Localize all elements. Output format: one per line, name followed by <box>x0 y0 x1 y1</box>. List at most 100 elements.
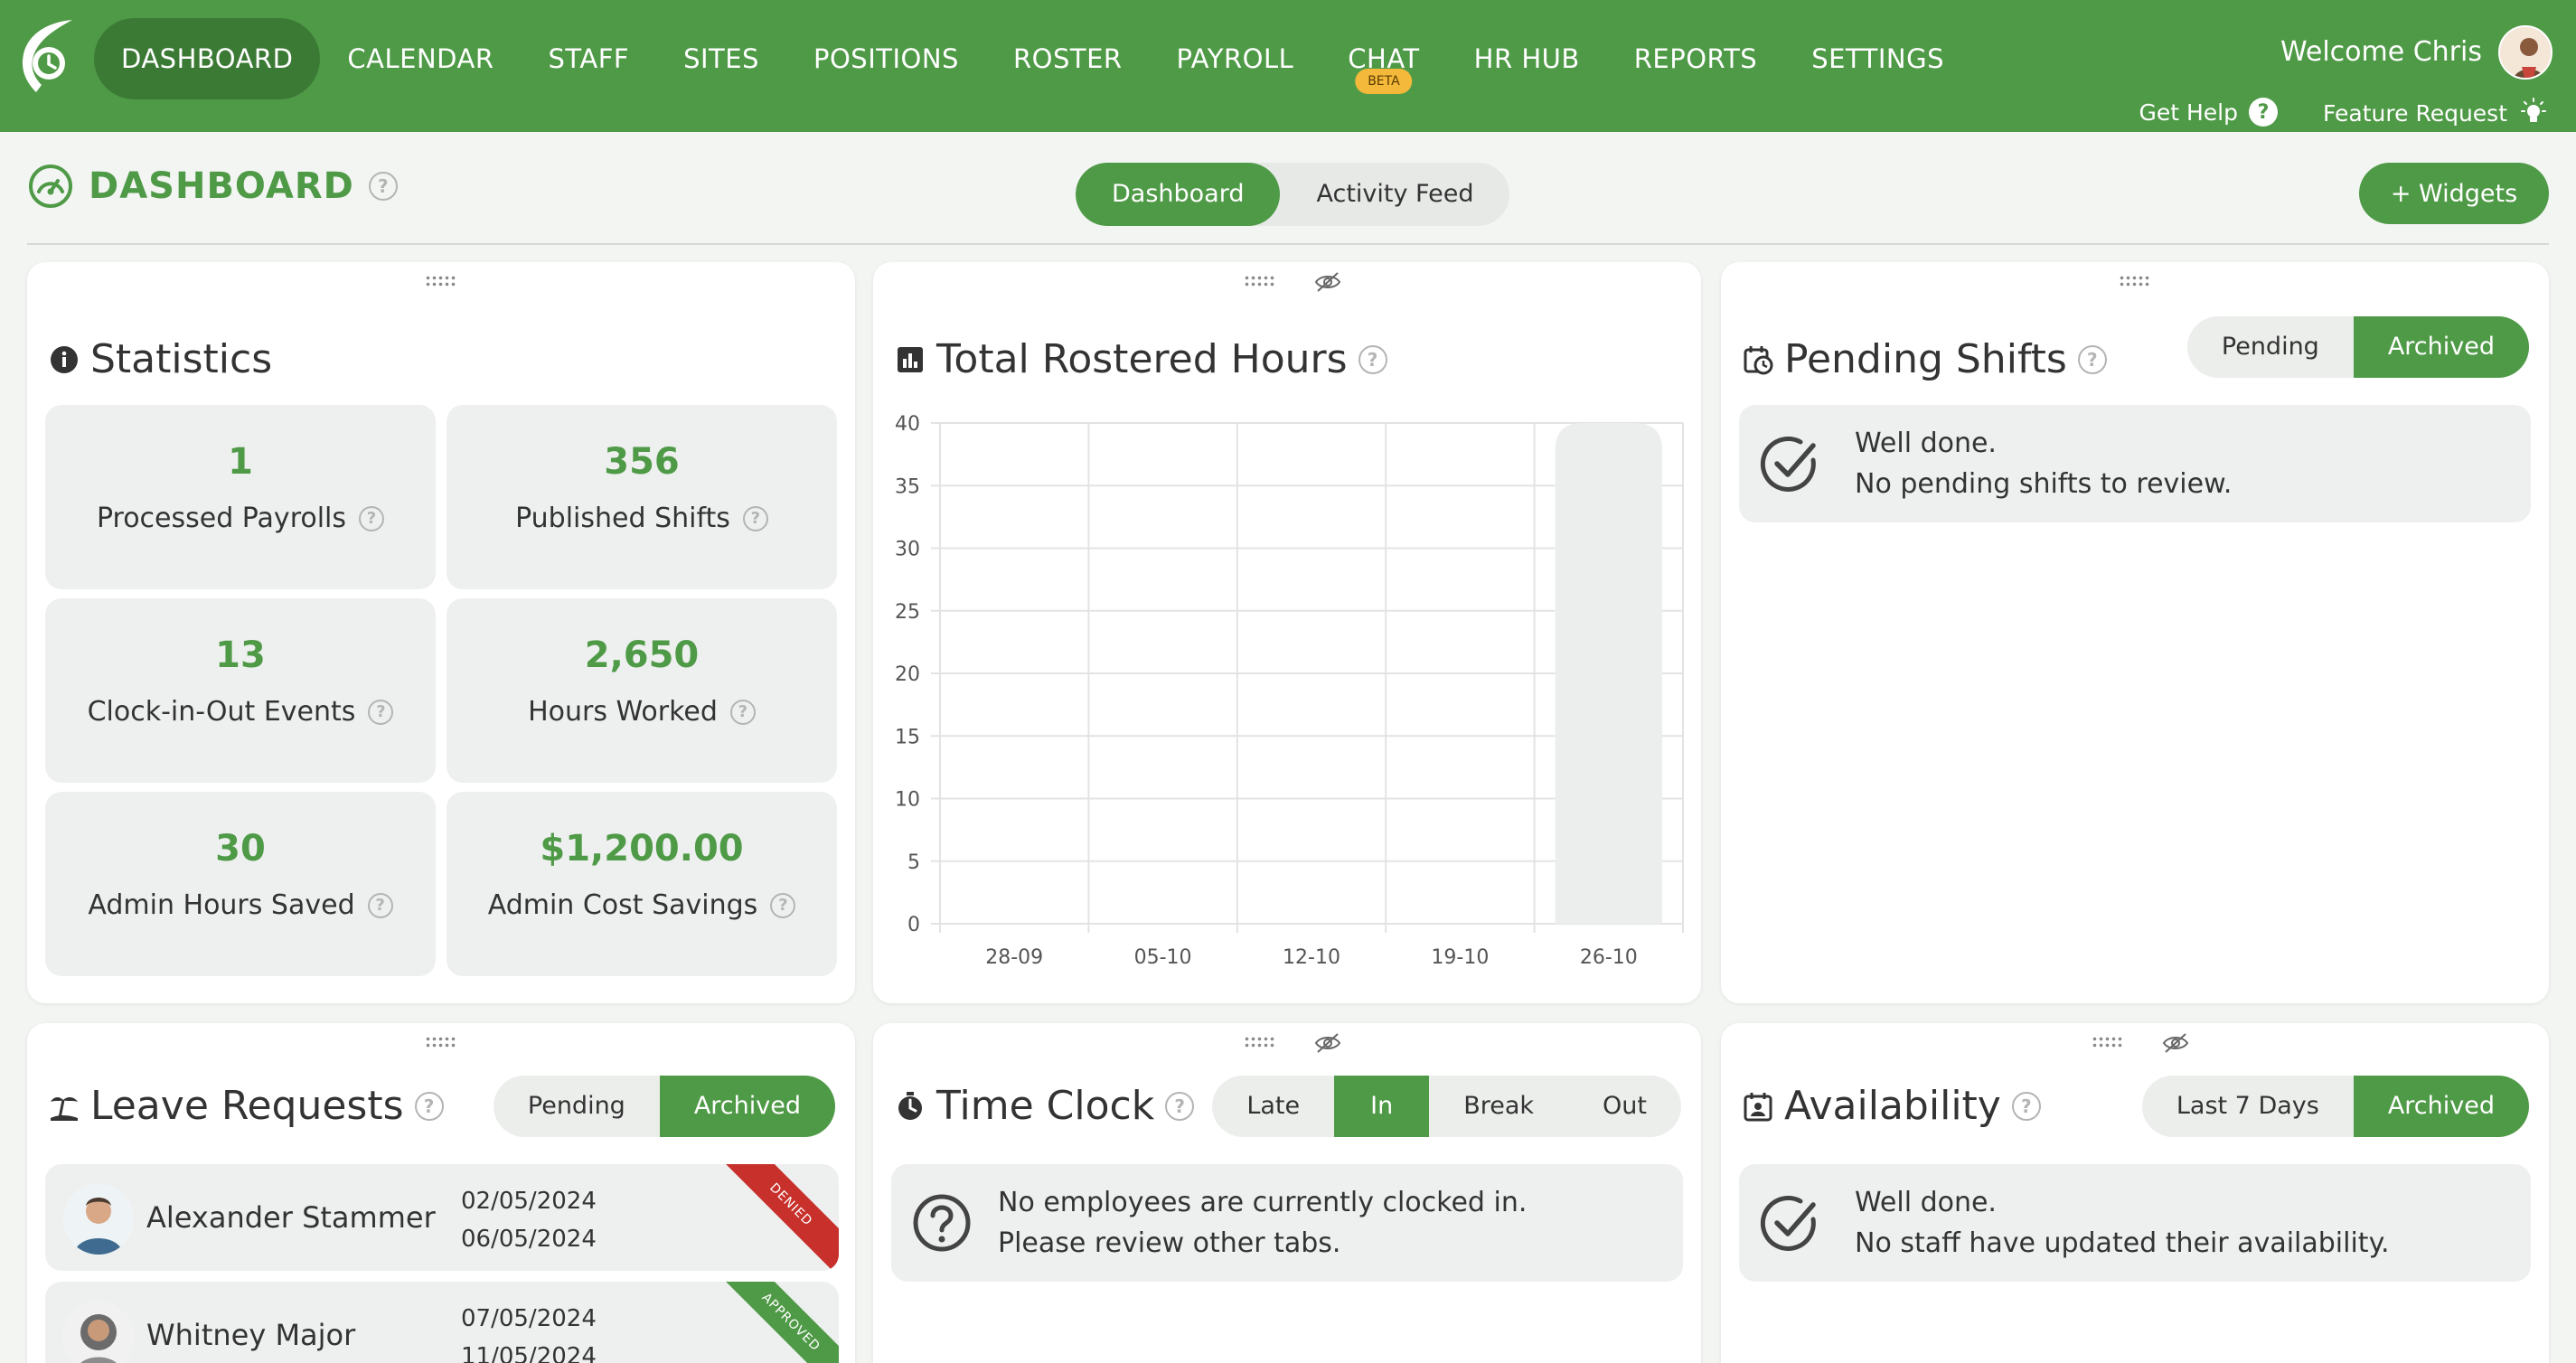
welcome-text: Welcome Chris <box>2280 36 2482 68</box>
tab-last-7-days[interactable]: Last 7 Days <box>2142 1076 2354 1137</box>
y-tick-label: 15 <box>895 726 920 748</box>
stat-admin-hours-saved: 30 Admin Hours Saved? <box>45 792 436 976</box>
app-logo[interactable] <box>16 18 78 98</box>
nav-payroll[interactable]: PAYROLL <box>1150 18 1321 99</box>
help-icon[interactable]: ? <box>368 699 394 725</box>
nav-staff[interactable]: STAFF <box>521 18 656 99</box>
help-icon[interactable]: ? <box>359 505 385 531</box>
pending-shifts-title: Pending Shifts ? <box>1743 336 2107 382</box>
drag-handle-icon[interactable] <box>2092 1036 2124 1048</box>
message-line-1: Well done. <box>1855 428 1997 459</box>
lightbulb-icon <box>2521 98 2546 122</box>
nav-chat[interactable]: CHAT BETA <box>1321 18 1446 99</box>
stopwatch-icon <box>898 1091 922 1120</box>
status-ribbon-approved: APPROVED <box>711 1282 839 1363</box>
rostered-hours-card: Total Rostered Hours ? 0 5 10 15 20 25 30 35 40 2… <box>873 262 1701 1003</box>
x-tick-label: 19-10 <box>1431 946 1489 969</box>
y-tick-label: 40 <box>895 413 920 436</box>
nav-hr-hub[interactable]: HR HUB <box>1447 18 1607 99</box>
eye-off-icon[interactable] <box>2162 1032 2189 1054</box>
feature-request-label: Feature Request <box>2323 99 2507 127</box>
leave-request-item[interactable]: Whitney Major 07/05/2024 11/05/2024 APPR… <box>45 1282 839 1363</box>
beta-badge: BETA <box>1355 69 1413 94</box>
leave-employee-name: Alexander Stammer <box>146 1200 436 1235</box>
avatar-image <box>63 1184 134 1255</box>
help-icon[interactable]: ? <box>729 699 756 725</box>
user-avatar[interactable] <box>2498 25 2552 80</box>
tab-archived[interactable]: Archived <box>2353 1076 2529 1137</box>
message-line-1: No employees are currently clocked in. <box>998 1187 1528 1218</box>
tab-break[interactable]: Break <box>1429 1076 1568 1137</box>
add-widgets-button[interactable]: + Widgets <box>2359 163 2549 224</box>
leave-requests-card: Leave Requests ? Pending Archived Alexan… <box>27 1023 855 1363</box>
drag-handle-icon[interactable] <box>1244 1036 1276 1048</box>
feature-request-link[interactable]: Feature Request <box>2323 98 2549 128</box>
help-icon[interactable]: ? <box>742 505 768 531</box>
leave-dates: 02/05/2024 06/05/2024 <box>461 1182 597 1258</box>
help-icon[interactable]: ? <box>2077 344 2107 374</box>
nav-sites[interactable]: SITES <box>656 18 786 99</box>
stat-label: Processed Payrolls? <box>45 503 436 534</box>
question-circle-icon <box>913 1194 971 1252</box>
eye-off-icon[interactable] <box>1314 1032 1341 1054</box>
x-tick-label: 28-09 <box>985 946 1043 969</box>
x-tick-label: 05-10 <box>1134 946 1192 969</box>
drag-handle-icon[interactable] <box>2119 275 2151 287</box>
message-line-2: No staff have updated their availability… <box>1855 1227 2390 1259</box>
tab-archived[interactable]: Archived <box>2353 316 2529 378</box>
leave-dates: 07/05/2024 11/05/2024 <box>461 1300 597 1363</box>
y-tick-label: 30 <box>895 539 920 561</box>
tab-late[interactable]: Late <box>1212 1076 1334 1137</box>
leave-requests-title-text: Leave Requests <box>90 1083 404 1129</box>
tab-dashboard[interactable]: Dashboard <box>1076 163 1281 226</box>
page-help-icon[interactable]: ? <box>368 172 398 201</box>
help-icon[interactable]: ? <box>2011 1091 2041 1121</box>
help-icon[interactable]: ? <box>1165 1091 1195 1121</box>
help-icon[interactable]: ? <box>414 1091 444 1121</box>
nav-positions[interactable]: POSITIONS <box>786 18 986 99</box>
stat-value: 13 <box>215 634 266 676</box>
stat-label-text: Clock-in-Out Events <box>87 696 356 728</box>
stat-label: Admin Cost Savings? <box>447 889 837 921</box>
help-icon[interactable]: ? <box>770 892 796 918</box>
nav-dashboard[interactable]: DASHBOARD <box>94 18 321 99</box>
tab-activity-feed[interactable]: Activity Feed <box>1280 163 1509 226</box>
availability-card: Availability ? Last 7 Days Archived Well… <box>1721 1023 2549 1363</box>
leave-employee-name: Whitney Major <box>146 1318 356 1352</box>
stat-value: 2,650 <box>584 634 700 676</box>
info-icon <box>51 345 78 373</box>
stat-clock-events: 13 Clock-in-Out Events? <box>45 598 436 783</box>
leave-request-item[interactable]: Alexander Stammer 02/05/2024 06/05/2024 … <box>45 1164 839 1271</box>
help-icon[interactable]: ? <box>367 892 393 918</box>
time-clock-title-text: Time Clock <box>936 1083 1155 1129</box>
calendar-user-icon <box>1744 1092 1772 1121</box>
get-help-link[interactable]: Get Help ? <box>2139 98 2278 127</box>
leave-requests-title: Leave Requests ? <box>49 1083 444 1129</box>
tab-archived[interactable]: Archived <box>659 1076 835 1137</box>
stat-label: Hours Worked? <box>447 696 837 728</box>
pending-shifts-message: Well done. No pending shifts to review. <box>1739 405 2531 522</box>
tab-pending[interactable]: Pending <box>494 1076 660 1137</box>
y-tick-label: 10 <box>895 789 920 812</box>
page-title: DASHBOARD <box>89 165 354 207</box>
nav-reports[interactable]: REPORTS <box>1607 18 1784 99</box>
tab-in[interactable]: In <box>1334 1076 1430 1137</box>
time-clock-card: Time Clock ? Late In Break Out No employ… <box>873 1023 1701 1363</box>
check-circle-icon <box>1760 1195 1816 1251</box>
main-nav: DASHBOARD CALENDAR STAFF SITES POSITIONS… <box>94 18 1971 99</box>
x-tick-label: 12-10 <box>1283 946 1340 969</box>
nav-roster[interactable]: ROSTER <box>986 18 1150 99</box>
tab-pending[interactable]: Pending <box>2187 316 2354 378</box>
stat-label-text: Hours Worked <box>528 696 718 728</box>
beach-icon <box>51 1096 78 1121</box>
nav-calendar[interactable]: CALENDAR <box>320 18 521 99</box>
message-line-2: No pending shifts to review. <box>1855 468 2233 500</box>
top-navigation-bar: DASHBOARD CALENDAR STAFF SITES POSITIONS… <box>0 0 2576 132</box>
drag-handle-icon[interactable] <box>425 275 457 287</box>
drag-handle-icon[interactable] <box>425 1036 457 1048</box>
tab-out[interactable]: Out <box>1568 1076 1681 1137</box>
user-avatar-image <box>2500 27 2551 78</box>
nav-settings[interactable]: SETTINGS <box>1784 18 1971 99</box>
pending-shifts-title-text: Pending Shifts <box>1784 336 2067 382</box>
avatar-image <box>63 1302 134 1363</box>
